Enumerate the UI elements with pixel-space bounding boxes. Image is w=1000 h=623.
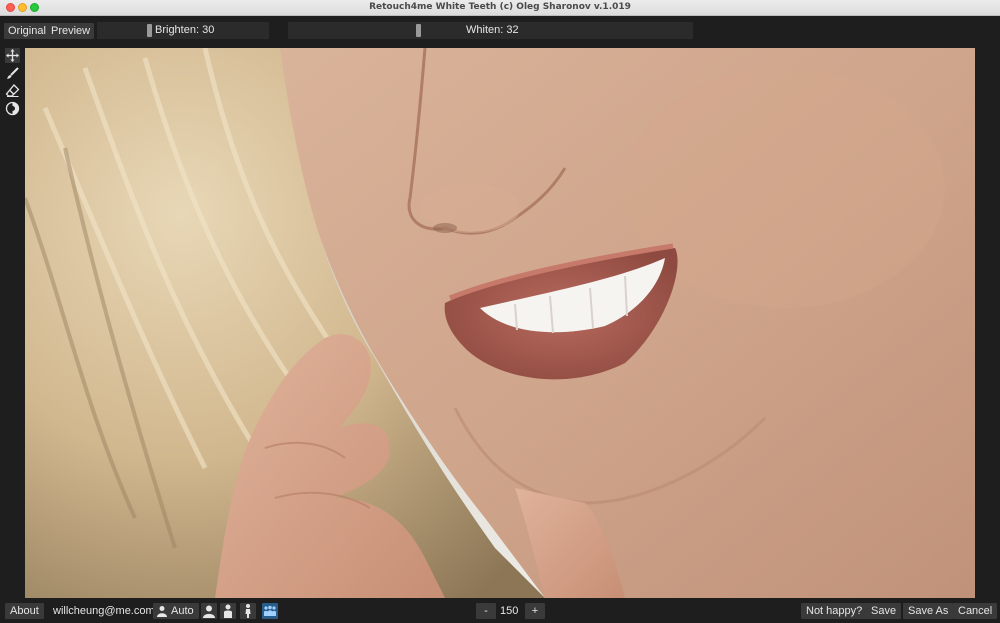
cancel-button[interactable]: Cancel bbox=[953, 603, 998, 619]
auto-button[interactable]: Auto bbox=[153, 603, 199, 619]
brighten-label: Brighten: 30 bbox=[155, 24, 215, 36]
whiten-slider-thumb[interactable] bbox=[416, 24, 421, 37]
full-body-icon bbox=[245, 604, 251, 618]
zoom-in-button[interactable]: + bbox=[525, 603, 545, 619]
group-mode-button[interactable] bbox=[262, 603, 278, 619]
photo-canvas[interactable] bbox=[25, 48, 975, 598]
portrait-mode-button[interactable] bbox=[201, 603, 217, 619]
zoom-out-button[interactable]: - bbox=[476, 603, 496, 619]
half-body-icon bbox=[224, 604, 232, 618]
zoom-level: 150 bbox=[500, 605, 519, 617]
save-as-button[interactable]: Save As bbox=[903, 603, 954, 619]
portrait-photo bbox=[25, 48, 975, 598]
window-title: Retouch4me White Teeth (c) Oleg Sharonov… bbox=[369, 2, 631, 12]
full-body-mode-button[interactable] bbox=[240, 603, 256, 619]
head-shoulders-icon bbox=[203, 605, 215, 618]
original-button[interactable]: Original bbox=[4, 23, 50, 39]
tool-strip bbox=[0, 46, 25, 600]
person-icon bbox=[157, 606, 167, 617]
brighten-slider[interactable]: Brighten: 30 bbox=[97, 22, 269, 39]
whiten-slider[interactable]: Whiten: 32 bbox=[288, 22, 693, 39]
title-bar: Retouch4me White Teeth (c) Oleg Sharonov… bbox=[0, 0, 1000, 16]
preview-button[interactable]: Preview bbox=[47, 23, 95, 39]
save-button[interactable]: Save bbox=[866, 603, 902, 619]
account-email: willcheung@me.com bbox=[53, 605, 155, 617]
whiten-label: Whiten: 32 bbox=[466, 24, 519, 36]
bottom-bar: About willcheung@me.com Auto - 150 + Not… bbox=[0, 600, 1000, 623]
brush-icon[interactable] bbox=[5, 66, 20, 81]
about-button[interactable]: About bbox=[5, 603, 44, 619]
eraser-icon[interactable] bbox=[5, 83, 20, 98]
move-icon[interactable] bbox=[5, 48, 20, 63]
half-body-mode-button[interactable] bbox=[220, 603, 236, 619]
auto-label: Auto bbox=[171, 605, 194, 617]
mask-icon[interactable] bbox=[5, 101, 20, 116]
top-toolbar: Original Preview Brighten: 30 Whiten: 32 bbox=[0, 16, 1000, 46]
brighten-slider-thumb[interactable] bbox=[147, 24, 152, 37]
not-happy-button[interactable]: Not happy? bbox=[801, 603, 868, 619]
group-people-icon bbox=[264, 605, 276, 616]
